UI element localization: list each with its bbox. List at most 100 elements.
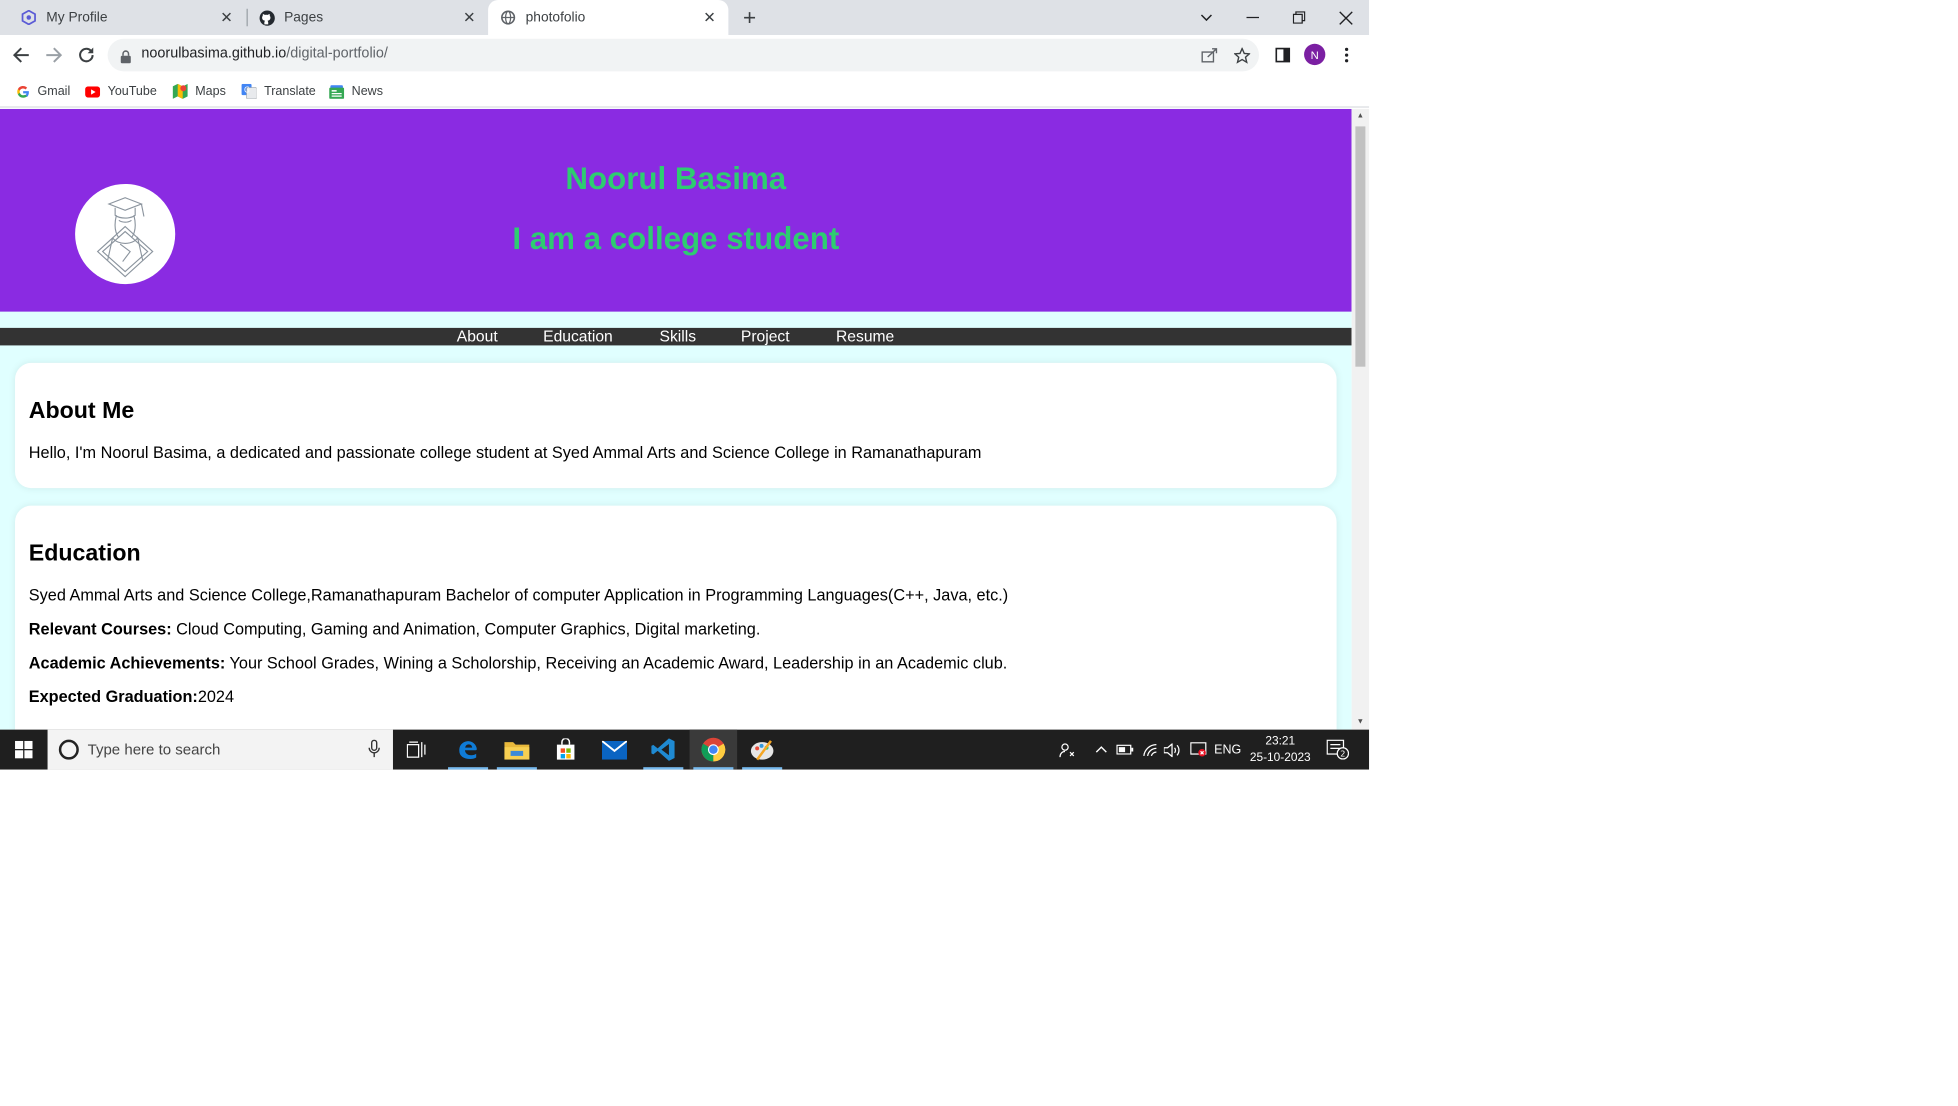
nav-link-education[interactable]: Education [543,328,613,346]
address-bar[interactable]: noorulbasima.github.io/digital-portfolio… [107,38,1260,72]
nav-link-resume[interactable]: Resume [836,328,894,346]
about-section: About Me Hello, I'm Noorul Basima, a ded… [15,362,1337,489]
microphone-icon[interactable] [368,739,381,765]
microsoft-store-icon[interactable] [542,730,590,770]
security-alert-icon[interactable] [1188,730,1208,770]
page-scrollbar[interactable]: ▲ ▼ [1351,108,1370,730]
notification-count: 2 [1340,749,1345,759]
url-text: noorulbasima.github.io/digital-portfolio… [141,46,387,61]
education-graduation: Expected Graduation:2024 [29,687,234,706]
scrollbar-thumb[interactable] [1355,126,1366,367]
notification-center-icon[interactable]: 2 [1323,730,1353,770]
battery-icon[interactable] [1115,730,1135,770]
minimize-button[interactable] [1230,0,1275,35]
task-view-icon[interactable] [393,730,441,770]
tab-label: My Profile [46,10,108,26]
chevron-up-icon[interactable] [1091,730,1111,770]
restore-button[interactable] [1277,0,1322,35]
forward-arrow-icon[interactable] [41,43,66,68]
profile-avatar[interactable]: N [1304,43,1326,66]
lock-icon[interactable] [120,48,131,71]
education-courses: Relevant Courses: Cloud Computing, Gamin… [29,619,761,638]
education-degree: Syed Ammal Arts and Science College,Rama… [28,585,1009,605]
browser-toolbar: noorulbasima.github.io/digital-portfolio… [0,35,1370,76]
close-window-button[interactable] [1323,0,1368,35]
close-tab-icon[interactable]: ✕ [218,9,236,27]
scroll-down-arrow-icon[interactable]: ▼ [1355,717,1365,727]
taskbar-search-box[interactable]: Type here to search [47,729,393,770]
tab-pages[interactable]: Pages ✕ [250,0,488,35]
menu-kebab-icon[interactable] [1334,43,1359,68]
translate-icon: G [241,83,257,99]
bookmark-maps[interactable]: Maps [172,81,226,101]
reload-icon[interactable] [74,43,99,68]
tab-divider [246,8,248,27]
bookmark-gmail[interactable]: Gmail [15,81,70,101]
mail-icon[interactable] [591,730,639,770]
header-tagline: I am a college student [512,221,840,257]
achievements-text: Your School Grades, Wining a Scholorship… [225,653,1008,673]
close-tab-icon[interactable]: ✕ [461,9,479,27]
bookmark-label: Gmail [37,84,71,99]
system-clock[interactable]: 23:21 25-10-2023 [1246,733,1314,766]
language-indicator[interactable]: ENG [1211,730,1244,770]
header-name: Noorul Basima [565,161,787,197]
page-viewport: Noorul Basima I am a college student Abo… [0,108,1352,730]
tab-search-chevron-icon[interactable] [1184,0,1229,35]
scroll-up-arrow-icon[interactable]: ▲ [1355,111,1365,121]
windows-start-icon[interactable] [0,730,48,770]
globe-icon [499,9,517,27]
tab-photofolio[interactable]: photofolio ✕ [488,0,729,36]
bookmark-translate[interactable]: G Translate [241,81,316,101]
youtube-icon [85,84,101,99]
vscode-icon[interactable] [640,730,688,770]
wifi-icon[interactable] [1140,730,1160,770]
edge-icon[interactable] [444,730,492,770]
close-tab-icon[interactable]: ✕ [701,9,719,27]
tab-strip: My Profile ✕ Pages ✕ photofolio ✕ + [0,0,1370,36]
courses-label: Relevant Courses: [28,619,172,639]
share-icon[interactable] [1199,45,1219,65]
bookmark-label: News [351,84,383,99]
tab-label: Pages [284,10,324,26]
url-host: noorulbasima.github.io [141,46,287,62]
courses-text: Cloud Computing, Gaming and Animation, C… [171,619,761,639]
file-explorer-icon[interactable] [493,730,541,770]
education-achievements: Academic Achievements: Your School Grade… [29,653,1008,672]
hexagon-icon [20,9,38,27]
bookmark-news[interactable]: News [329,81,383,101]
tab-label: photofolio [525,10,586,26]
header-banner: Noorul Basima I am a college student [0,108,1352,312]
screen: My Profile ✕ Pages ✕ photofolio ✕ + noor… [0,0,1370,770]
google-icon [15,84,30,99]
url-path: /digital-portfolio/ [286,46,388,62]
bookmark-label: Maps [195,84,226,99]
chrome-icon[interactable] [689,729,738,770]
achievements-label: Academic Achievements: [28,653,226,673]
education-section: Education Syed Ammal Arts and Science Co… [15,505,1337,730]
people-icon[interactable] [1055,730,1078,770]
side-panel-icon[interactable] [1270,43,1295,68]
back-arrow-icon[interactable] [9,43,34,68]
tab-my-profile[interactable]: My Profile ✕ [13,0,246,35]
site-nav: About Education Skills Project Resume [0,327,1352,346]
nav-link-about[interactable]: About [457,328,498,346]
clock-time: 23:21 [1265,734,1296,749]
volume-icon[interactable] [1163,730,1183,770]
clock-date: 25-10-2023 [1249,750,1311,765]
nav-link-project[interactable]: Project [741,328,790,346]
about-heading: About Me [28,396,135,424]
star-bookmark-icon[interactable] [1231,45,1251,65]
graduation-text: 2024 [197,687,235,706]
search-placeholder: Type here to search [87,740,221,759]
windows-taskbar: Type here to search ENG 23:21 25-10-2023… [0,729,1370,770]
new-tab-button[interactable]: + [737,5,762,30]
maps-icon [172,83,188,99]
about-text: Hello, I'm Noorul Basima, a dedicated an… [28,443,982,462]
bookmark-youtube[interactable]: YouTube [85,81,157,101]
search-circle-icon [58,739,79,760]
nav-link-skills[interactable]: Skills [660,328,697,346]
svg-text:G: G [244,86,250,95]
paint-icon[interactable] [738,730,786,770]
news-icon [329,84,345,99]
